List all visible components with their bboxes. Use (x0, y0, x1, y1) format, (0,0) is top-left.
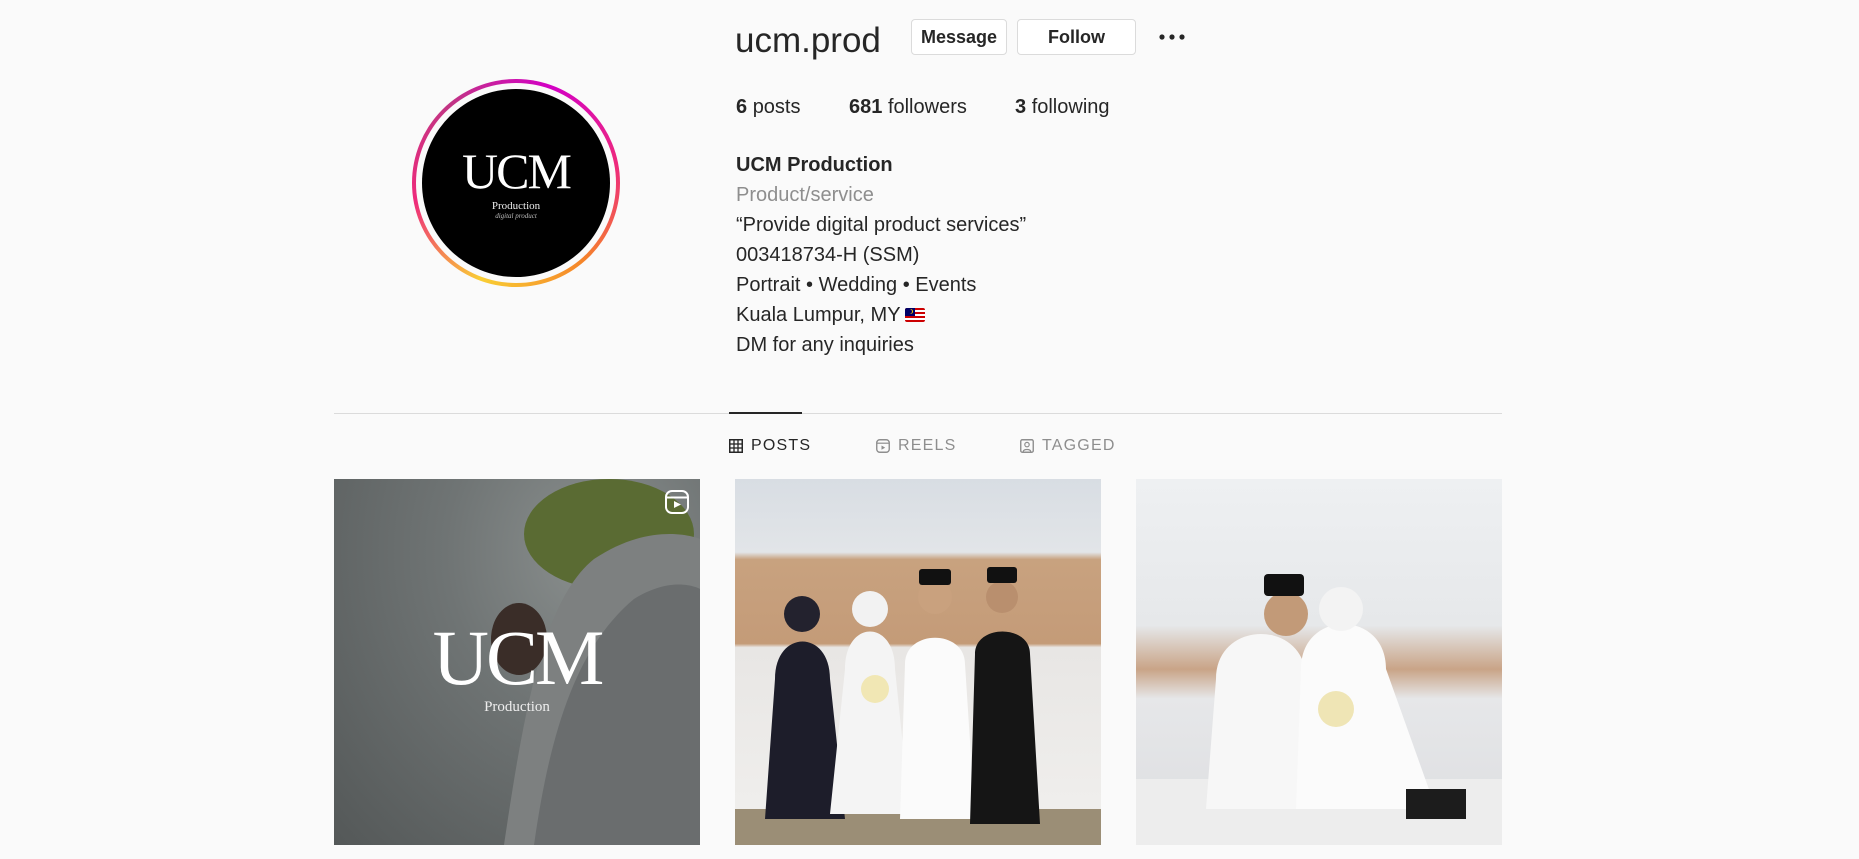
following-label: following (1031, 96, 1110, 118)
post-1-logo-subtext: Production (484, 699, 550, 715)
avatar-logo-subtext: Production (491, 200, 541, 212)
post-tile-2[interactable] (735, 479, 1101, 845)
followers-stat[interactable]: 681 followers (849, 96, 967, 119)
tab-reels[interactable]: REELS (876, 437, 956, 455)
post-2-photo (735, 567, 1101, 845)
bio-category: Product/service (736, 184, 874, 206)
tab-reels-label: REELS (898, 437, 957, 454)
post-3-photo (1136, 574, 1502, 845)
avatar[interactable]: UCM Production digital product (422, 89, 610, 277)
posts-label: posts (752, 96, 801, 118)
tab-tagged[interactable]: TAGGED (1020, 437, 1116, 455)
bio-line-tagline: “Provide digital product services” (736, 214, 1027, 236)
post-1-overlay: UCM Production (334, 619, 700, 716)
avatar-logo-text: UCM (462, 143, 572, 199)
reel-icon (664, 489, 690, 520)
post-tile-1[interactable]: UCM Production (334, 479, 700, 845)
tagged-icon (1020, 439, 1034, 453)
post-tile-3[interactable] (1136, 479, 1502, 845)
avatar-logo-script: digital product (495, 212, 537, 220)
profile-avatar-story-ring[interactable]: UCM Production digital product (412, 79, 620, 287)
followers-count: 681 (849, 96, 883, 118)
active-tab-indicator (729, 412, 802, 414)
follow-button[interactable]: Follow (1017, 19, 1136, 55)
profile-username: ucm.prod (735, 21, 881, 60)
bio-line-location: Kuala Lumpur, MY (736, 300, 1026, 330)
tab-tagged-label: TAGGED (1042, 437, 1116, 454)
bio-line-registration: 003418734-H (SSM) (736, 244, 920, 266)
malaysia-flag-icon (904, 308, 925, 322)
message-button[interactable]: Message (911, 19, 1007, 55)
bio-name: UCM Production (736, 154, 893, 176)
following-stat[interactable]: 3 following (1015, 96, 1110, 119)
bio-location-text: Kuala Lumpur, MY (736, 304, 901, 326)
post-1-logo-text: UCM (432, 614, 605, 701)
tab-posts-label: POSTS (751, 437, 812, 454)
bio-line-contact: DM for any inquiries (736, 334, 914, 356)
bio-line-services: Portrait • Wedding • Events (736, 274, 977, 296)
tabs-divider (334, 413, 1502, 414)
tab-posts[interactable]: POSTS (729, 437, 811, 455)
posts-stat: 6 posts (736, 96, 801, 119)
followers-label: followers (887, 96, 967, 118)
grid-icon (729, 439, 743, 453)
posts-count: 6 (736, 96, 748, 118)
following-count: 3 (1015, 96, 1027, 118)
profile-bio: UCM Production Product/service “Provide … (736, 150, 1026, 360)
reels-icon (876, 439, 890, 453)
more-options-icon[interactable] (1154, 22, 1190, 52)
